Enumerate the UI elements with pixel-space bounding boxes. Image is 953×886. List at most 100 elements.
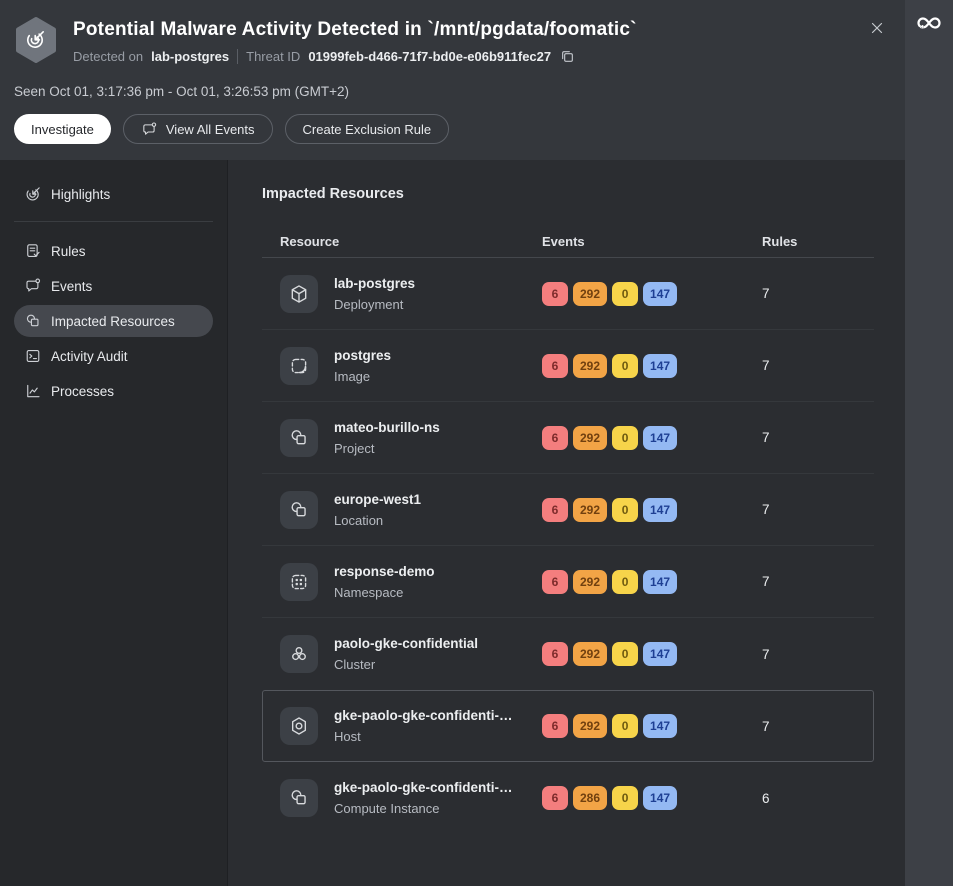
events-cell: 6 292 0 147 [542,714,762,738]
sidebar-item-highlights[interactable]: Highlights [14,178,213,210]
location-icon [280,490,318,529]
resource-name: mateo-burillo-ns [334,419,440,435]
sidebar-item-processes[interactable]: Processes [14,375,213,407]
resource-name: postgres [334,347,392,363]
cluster-icon [280,635,318,673]
malware-threat-icon [14,16,58,69]
sidebar-item-label: Rules [51,243,86,259]
resource-cell: europe-west1 Location [280,489,542,531]
events-badge-critical: 6 [542,786,568,810]
events-badge-high: 286 [573,786,608,810]
events-badge-low: 147 [643,786,678,810]
sidebar: Highlights Rules Events Impacted Resources A… [0,160,228,886]
create-exclusion-rule-button[interactable]: Create Exclusion Rule [284,114,450,144]
events-cell: 6 292 0 147 [542,569,762,594]
meta-separator [237,48,239,64]
events-cell: 6 292 0 147 [542,281,762,306]
events-badge-critical: 6 [542,714,568,738]
table-row-compute-instance[interactable]: gke-paolo-gke-confidenti-… Compute Instan… [262,762,874,834]
events-badge-low: 147 [643,425,678,450]
table-row-location[interactable]: europe-west1 Location 6 292 0 147 7 [262,474,874,546]
events-badge-critical: 6 [542,497,568,522]
table-body: lab-postgres Deployment 6 292 0 147 7 postgres I… [262,258,874,834]
header-text-block: Potential Malware Activity Detected in `… [73,16,637,64]
resource-cell: paolo-gke-confidential Cluster [280,633,542,675]
column-header-events: Events [542,234,585,249]
sidebar-item-activity-audit[interactable]: Activity Audit [14,340,213,372]
sidebar-item-label: Processes [51,383,115,399]
panel-body: Highlights Rules Events Impacted Resources A… [0,160,905,886]
events-badge-critical: 6 [542,353,568,378]
events-badge-high: 292 [573,425,608,450]
events-badge-low: 147 [643,497,678,522]
table-header-row: Resource Events Rules [262,226,874,258]
rules-count: 7 [762,718,770,734]
events-cell: 6 292 0 147 [542,497,762,522]
rules-count: 6 [762,790,770,806]
events-badge-low: 147 [643,353,678,378]
investigate-button[interactable]: Investigate [14,114,111,144]
resource-name: gke-paolo-gke-confidenti-… [334,708,513,723]
project-icon [280,418,318,457]
app-navigation-strip [905,0,953,886]
main-content: Impacted Resources Resource Events Rules… [228,160,905,886]
table-row-deployment[interactable]: lab-postgres Deployment 6 292 0 147 7 [262,258,874,330]
close-icon[interactable] [865,16,889,40]
resource-type: Deployment [334,296,404,312]
resource-cell: gke-paolo-gke-confidenti-… Host [280,705,542,747]
events-badge-medium: 0 [612,497,639,522]
events-cell: 6 292 0 147 [542,353,762,378]
events-icon [24,277,42,295]
rules-icon [24,242,42,260]
events-badge-medium: 0 [612,425,639,450]
events-badge-low: 147 [643,569,678,594]
sidebar-item-label: Highlights [51,186,111,202]
resource-cell: lab-postgres Deployment [280,273,542,315]
resource-type: Image [334,368,371,384]
resource-type: Cluster [334,657,376,672]
seen-timerange: Seen Oct 01, 3:17:36 pm - Oct 01, 3:26:5… [14,84,350,99]
view-all-events-label: View All Events [165,121,255,137]
rules-count: 7 [762,574,770,589]
rules-count: 7 [762,286,770,301]
resource-type: Compute Instance [334,801,440,816]
resource-cell: gke-paolo-gke-confidenti-… Compute Instan… [280,777,542,819]
copy-icon[interactable] [559,48,575,64]
image-icon [280,346,318,385]
events-badge-critical: 6 [542,281,568,306]
rules-count: 7 [762,430,770,445]
resource-cell: mateo-burillo-ns Project [280,417,542,459]
table-row-cluster[interactable]: paolo-gke-confidential Cluster 6 292 0 147 7 [262,618,874,690]
audit-icon [24,347,42,365]
events-badge-critical: 6 [542,642,568,666]
table-row-image[interactable]: postgres Image 6 292 0 147 7 [262,330,874,402]
section-title: Impacted Resources [262,186,404,202]
events-badge-critical: 6 [542,425,568,450]
sidebar-item-events[interactable]: Events [14,270,213,302]
resource-type: Location [334,512,384,528]
resource-cell: response-demo Namespace [280,561,542,603]
resource-type: Project [334,440,375,456]
events-cell: 6 286 0 147 [542,786,762,810]
detected-on-label: Detected on [73,48,144,64]
threat-id-value: 01999feb-d466-71f7-bd0e-e06b911fec27 [308,48,552,64]
page-title: Potential Malware Activity Detected in `… [73,19,637,40]
sidebar-item-rules[interactable]: Rules [14,235,213,267]
processes-icon [24,382,42,400]
sysdig-logo [914,11,944,35]
events-badge-medium: 0 [612,642,639,666]
highlights-icon [24,185,42,203]
events-badge-medium: 0 [612,569,639,594]
sidebar-item-impacted-resources[interactable]: Impacted Resources [14,305,213,337]
namespace-icon [280,562,318,601]
table-row-host[interactable]: gke-paolo-gke-confidenti-… Host 6 292 0 147 7 [262,690,874,762]
table-row-project[interactable]: mateo-burillo-ns Project 6 292 0 147 7 [262,402,874,474]
deployment-icon [280,274,318,313]
column-header-resource: Resource [280,234,340,249]
action-buttons: Investigate View All Events Create Exclu… [14,114,891,144]
threat-detail-panel: Potential Malware Activity Detected in `… [0,0,905,886]
events-badge-critical: 6 [542,569,568,594]
view-all-events-button[interactable]: View All Events [122,114,273,144]
table-row-namespace[interactable]: response-demo Namespace 6 292 0 147 7 [262,546,874,618]
sidebar-item-label: Activity Audit [51,348,128,364]
